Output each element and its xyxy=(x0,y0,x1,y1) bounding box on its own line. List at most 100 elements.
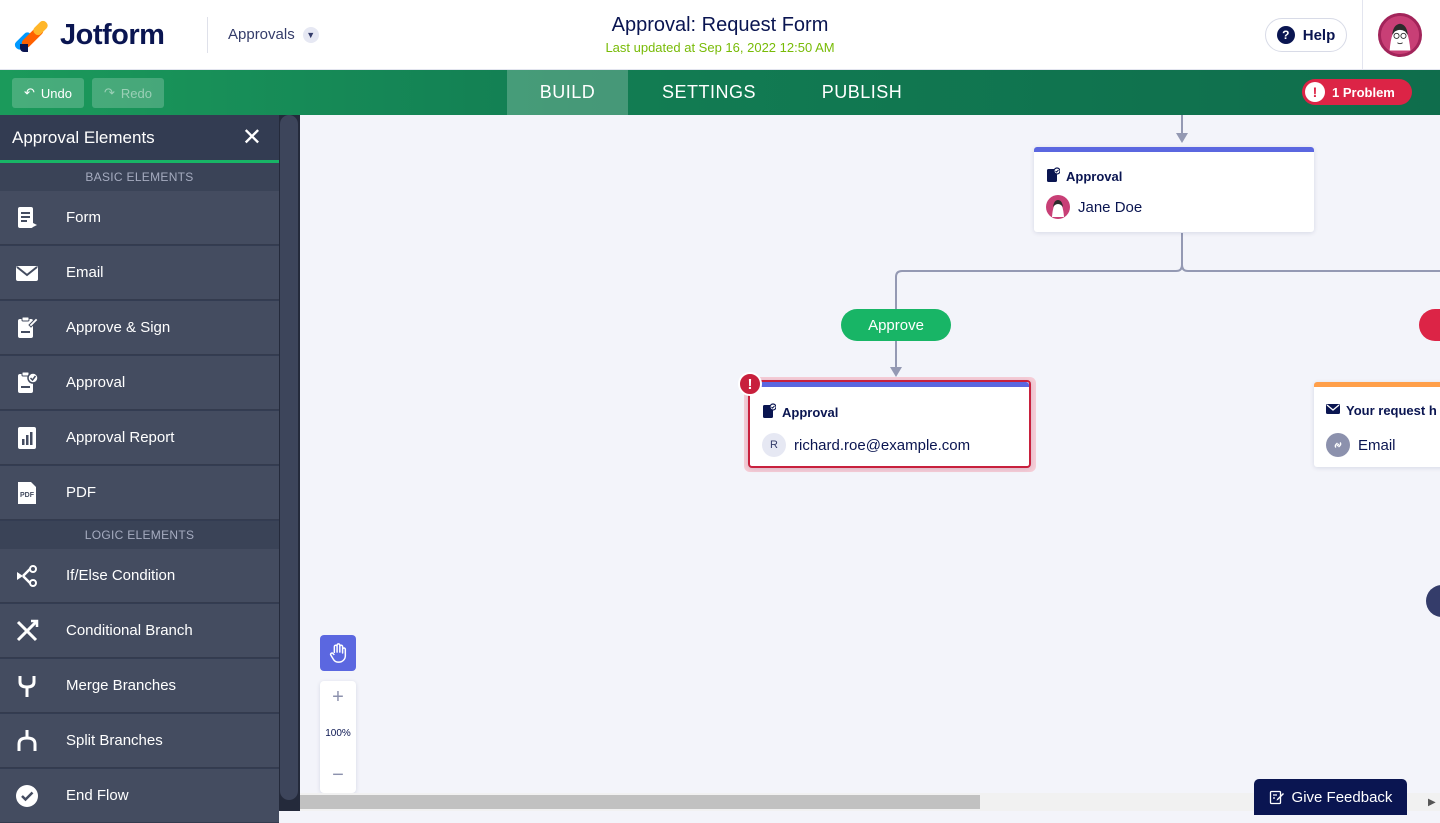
node-accent-bar xyxy=(1034,147,1314,152)
help-label: Help xyxy=(1302,26,1336,44)
approve-path-label[interactable]: Approve xyxy=(841,309,951,341)
header-divider-right xyxy=(1362,0,1363,70)
sidebar-item-label: If/Else Condition xyxy=(66,567,176,584)
undo-icon: ↶ xyxy=(24,85,35,100)
tab-build[interactable]: BUILD xyxy=(507,70,628,115)
alert-icon: ! xyxy=(1305,82,1325,102)
top-header: Jotform Approvals ▼ Approval: Request Fo… xyxy=(0,0,1440,70)
email-icon xyxy=(0,246,54,300)
email-icon xyxy=(1326,403,1340,418)
sidebar-item-email[interactable]: Email xyxy=(0,246,279,300)
sidebar-item-approve-sign[interactable]: Approve & Sign xyxy=(0,301,279,355)
assignee-avatar xyxy=(1046,195,1070,219)
sidebar-item-approval-report[interactable]: Approval Report xyxy=(0,411,279,465)
redo-button[interactable]: ↷ Redo xyxy=(92,78,164,108)
page-title[interactable]: Approval: Request Form xyxy=(520,14,920,37)
builder-navbar: ↶ Undo ↷ Redo BUILD SETTINGS PUBLISH xyxy=(0,70,1440,115)
sidebar-item-label: Approve & Sign xyxy=(66,319,171,336)
sidebar-item-label: Approval Report xyxy=(66,429,175,446)
flow-node-approval-error[interactable]: Approval R richard.roe@example.com xyxy=(748,380,1031,468)
recipient-label: Email xyxy=(1358,436,1396,454)
if-else-icon xyxy=(0,549,54,603)
conditional-branch-icon xyxy=(0,604,54,658)
problem-label: 1 Problem xyxy=(1332,84,1395,100)
sidebar-item-label: Approval xyxy=(66,374,126,391)
sidebar-item-form[interactable]: Form xyxy=(0,191,279,245)
jotform-logo-icon xyxy=(13,18,50,52)
node-accent-bar xyxy=(1314,382,1440,387)
sidebar-item-label: Split Branches xyxy=(66,732,163,749)
sidebar-title: Approval Elements xyxy=(12,127,155,147)
merge-icon xyxy=(0,659,54,713)
undo-label: Undo xyxy=(40,85,72,101)
approve-sign-icon xyxy=(0,301,54,355)
feedback-icon xyxy=(1269,790,1284,805)
report-icon xyxy=(0,411,54,465)
sidebar-header: Approval Elements ✕ xyxy=(0,115,279,163)
approval-icon xyxy=(1046,167,1061,186)
elements-sidebar: Approval Elements ✕ BASIC ELEMENTS Form … xyxy=(0,115,300,823)
zoom-level: 100% xyxy=(325,728,351,739)
give-feedback-button[interactable]: Give Feedback xyxy=(1254,779,1407,815)
logic-elements-heading: LOGIC ELEMENTS xyxy=(0,521,279,549)
flow-canvas[interactable]: Approval Jane Doe Approve Approval R ric… xyxy=(300,115,1440,811)
split-icon xyxy=(0,714,54,768)
pdf-icon: PDF xyxy=(0,466,54,520)
node-type-label: Approval xyxy=(762,403,838,422)
flow-node-approval-top[interactable]: Approval Jane Doe xyxy=(1034,147,1314,232)
avatar-face-icon xyxy=(1381,16,1419,54)
canvas-scrollbar-thumb[interactable] xyxy=(300,795,980,809)
tab-settings[interactable]: SETTINGS xyxy=(638,70,780,115)
feedback-label: Give Feedback xyxy=(1291,788,1393,806)
form-icon xyxy=(0,191,54,245)
zoom-controls: + 100% − xyxy=(320,681,356,793)
node-assignee: Jane Doe xyxy=(1046,195,1142,219)
header-divider xyxy=(207,17,208,53)
sidebar-item-split-branches[interactable]: Split Branches xyxy=(0,714,279,768)
sidebar-item-if-else[interactable]: If/Else Condition xyxy=(0,549,279,603)
zoom-out-button[interactable]: − xyxy=(320,760,356,790)
sidebar-item-merge-branches[interactable]: Merge Branches xyxy=(0,659,279,713)
redo-label: Redo xyxy=(120,85,152,101)
sidebar-item-end-flow[interactable]: End Flow xyxy=(0,769,279,823)
zoom-in-button[interactable]: + xyxy=(320,682,356,712)
node-recipient: Email xyxy=(1326,433,1396,457)
sidebar-item-label: Merge Branches xyxy=(66,677,177,694)
app-switcher-label: Approvals xyxy=(228,26,295,43)
sidebar-item-approval[interactable]: Approval xyxy=(0,356,279,410)
assignee-name: Jane Doe xyxy=(1078,198,1143,216)
question-icon: ? xyxy=(1276,26,1295,44)
chevron-down-icon: ▼ xyxy=(302,26,319,43)
assignee-email: richard.roe@example.com xyxy=(794,436,971,454)
pan-tool-button[interactable] xyxy=(320,635,356,671)
node-type-label: Your request h xyxy=(1326,403,1437,418)
sidebar-item-conditional-branch[interactable]: Conditional Branch xyxy=(0,604,279,658)
sidebar-item-label: Conditional Branch xyxy=(66,622,193,639)
page-title-block: Approval: Request Form Last updated at S… xyxy=(520,14,920,55)
node-type-text: Approval xyxy=(782,405,839,420)
flow-node-email[interactable]: Your request h Email xyxy=(1314,382,1440,467)
node-assignee: R richard.roe@example.com xyxy=(762,433,970,457)
assignee-initial: R xyxy=(762,433,786,457)
node-accent-bar xyxy=(750,382,1029,387)
sidebar-item-pdf[interactable]: PDF PDF xyxy=(0,466,279,520)
scroll-right-arrow-icon[interactable]: ▶ xyxy=(1428,797,1436,808)
jotform-logo[interactable]: Jotform xyxy=(13,18,165,52)
sidebar-scrollbar-thumb[interactable] xyxy=(280,115,298,800)
node-type-text: Approval xyxy=(1066,169,1123,184)
tab-publish[interactable]: PUBLISH xyxy=(800,70,924,115)
close-icon[interactable]: ✕ xyxy=(242,125,262,150)
node-type-text: Your request h xyxy=(1346,403,1437,418)
error-badge-icon[interactable]: ! xyxy=(738,372,762,396)
node-type-label: Approval xyxy=(1046,167,1122,186)
last-updated-text: Last updated at Sep 16, 2022 12:50 AM xyxy=(605,40,835,55)
link-icon xyxy=(1326,433,1350,457)
approval-icon xyxy=(0,356,54,410)
undo-button[interactable]: ↶ Undo xyxy=(12,78,84,108)
help-button[interactable]: ? Help xyxy=(1265,18,1347,52)
problem-button[interactable]: ! 1 Problem xyxy=(1302,79,1412,105)
app-switcher[interactable]: Approvals ▼ xyxy=(228,26,319,43)
svg-text:PDF: PDF xyxy=(20,492,35,499)
user-avatar[interactable] xyxy=(1378,13,1422,57)
brand-name: Jotform xyxy=(60,19,165,51)
